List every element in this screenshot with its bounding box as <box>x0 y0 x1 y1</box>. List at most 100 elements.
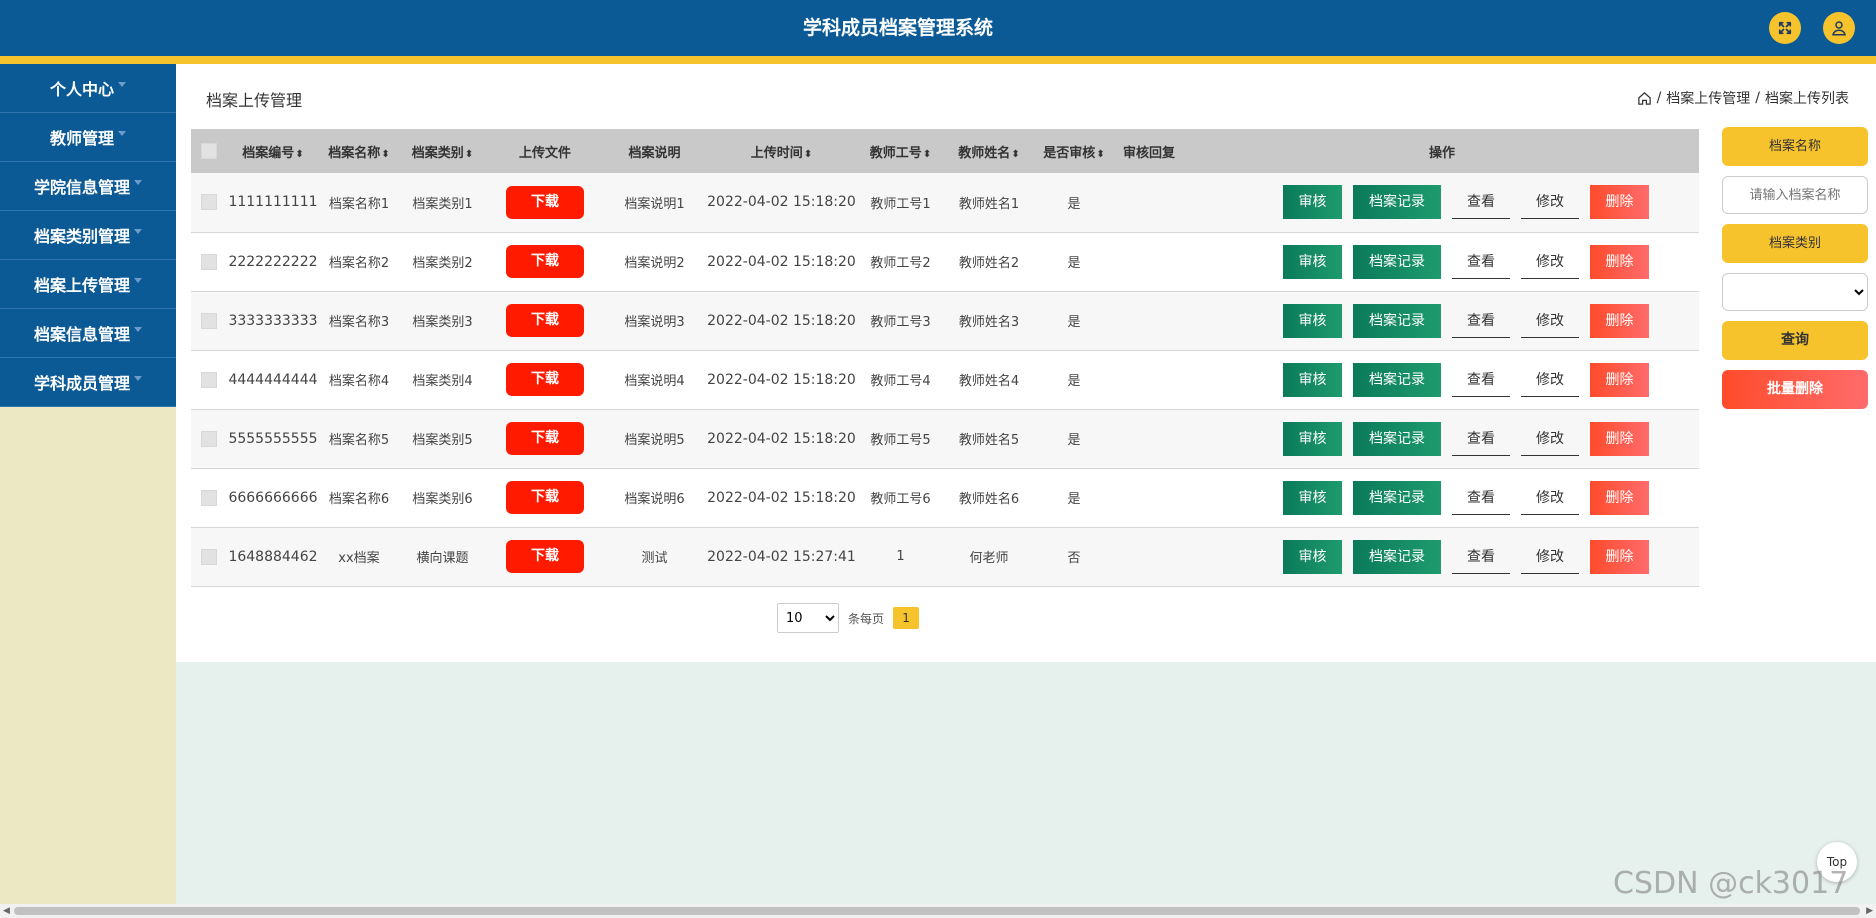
view-button[interactable]: 查看 <box>1452 245 1510 279</box>
row-checkbox[interactable] <box>201 371 217 388</box>
sidebar-item-archive-category[interactable]: 档案类别管理 <box>0 211 176 260</box>
cell-audit-reply <box>1113 173 1185 232</box>
delete-button[interactable]: 删除 <box>1590 421 1649 456</box>
cell-audited: 是 <box>1067 492 1081 507</box>
cell-upload-time: 2022-04-02 15:18:20 <box>707 489 856 506</box>
archive-record-button[interactable]: 档案记录 <box>1353 185 1441 220</box>
delete-button[interactable]: 删除 <box>1590 185 1649 220</box>
row-checkbox[interactable] <box>201 253 217 270</box>
download-button[interactable]: 下载 <box>506 304 584 337</box>
archive-category-select[interactable] <box>1722 273 1868 311</box>
column-header[interactable]: 档案名称⬍ <box>319 129 399 173</box>
scroll-left-icon[interactable]: ◀ <box>3 904 10 918</box>
query-button[interactable]: 查询 <box>1722 321 1868 360</box>
cell-teacher-name: 教师姓名3 <box>958 315 1020 330</box>
sidebar-item-college-info[interactable]: 学院信息管理 <box>0 162 176 211</box>
column-header[interactable]: 上传时间⬍ <box>705 129 858 173</box>
column-header[interactable]: 教师姓名⬍ <box>943 129 1035 173</box>
download-button[interactable]: 下载 <box>506 481 584 514</box>
edit-button[interactable]: 修改 <box>1521 540 1579 574</box>
user-button[interactable] <box>1823 12 1855 44</box>
download-button[interactable]: 下载 <box>506 363 584 396</box>
view-button[interactable]: 查看 <box>1452 481 1510 515</box>
audit-button[interactable]: 审核 <box>1283 539 1342 574</box>
edit-button[interactable]: 修改 <box>1521 363 1579 397</box>
archive-record-button[interactable]: 档案记录 <box>1353 539 1441 574</box>
cell-description: 档案说明4 <box>624 374 685 389</box>
column-header: 上传文件 <box>518 145 571 161</box>
table-row: 3333333333 档案名称3 档案类别3 下载 档案说明3 2022-04-02 15… <box>191 291 1699 350</box>
cell-upload-time: 2022-04-02 15:18:20 <box>707 430 856 447</box>
column-header[interactable]: 档案编号⬍ <box>227 129 319 173</box>
audit-button[interactable]: 审核 <box>1283 480 1342 515</box>
edit-button[interactable]: 修改 <box>1521 422 1579 456</box>
caret-down-icon <box>134 375 142 381</box>
fullscreen-button[interactable] <box>1769 12 1801 44</box>
archive-record-button[interactable]: 档案记录 <box>1353 244 1441 279</box>
scroll-right-icon[interactable]: ▶ <box>1866 904 1873 918</box>
column-header: 操作 <box>1428 145 1455 161</box>
edit-button[interactable]: 修改 <box>1521 481 1579 515</box>
row-checkbox[interactable] <box>201 489 217 506</box>
column-header: 档案说明 <box>628 145 681 161</box>
table-row: 1648884462 xx档案 横向课题 下载 测试 2022-04-02 15:27:4… <box>191 527 1699 586</box>
delete-button[interactable]: 删除 <box>1590 480 1649 515</box>
row-checkbox[interactable] <box>201 548 217 565</box>
delete-button[interactable]: 删除 <box>1590 303 1649 338</box>
column-header[interactable]: 教师工号⬍ <box>858 129 943 173</box>
edit-button[interactable]: 修改 <box>1521 304 1579 338</box>
archive-record-button[interactable]: 档案记录 <box>1353 362 1441 397</box>
sidebar-item-label: 学科成员管理 <box>33 374 130 393</box>
home-icon[interactable] <box>1637 91 1652 106</box>
download-button[interactable]: 下载 <box>506 185 584 219</box>
breadcrumb-item[interactable]: 档案上传管理 <box>1666 88 1750 108</box>
archive-record-button[interactable]: 档案记录 <box>1353 303 1441 338</box>
row-checkbox[interactable] <box>201 312 217 329</box>
audit-button[interactable]: 审核 <box>1283 362 1342 397</box>
cell-teacher-no: 教师工号5 <box>870 433 931 448</box>
cell-audit-reply <box>1113 350 1185 409</box>
archive-record-button[interactable]: 档案记录 <box>1353 480 1441 515</box>
sidebar-item-archive-info[interactable]: 档案信息管理 <box>0 309 176 358</box>
column-header[interactable]: 是否审核⬍ <box>1035 129 1113 173</box>
download-button[interactable]: 下载 <box>506 245 584 278</box>
delete-button[interactable]: 删除 <box>1590 539 1649 574</box>
view-button[interactable]: 查看 <box>1452 422 1510 456</box>
audit-button[interactable]: 审核 <box>1283 244 1342 279</box>
sidebar-item-teacher-management[interactable]: 教师管理 <box>0 113 176 162</box>
page-button-current[interactable]: 1 <box>893 607 920 629</box>
view-button[interactable]: 查看 <box>1452 540 1510 574</box>
scrollbar-thumb[interactable] <box>14 907 1860 915</box>
audit-button[interactable]: 审核 <box>1283 421 1342 456</box>
view-button[interactable]: 查看 <box>1452 185 1510 220</box>
edit-button[interactable]: 修改 <box>1521 245 1579 279</box>
audit-button[interactable]: 审核 <box>1283 185 1342 220</box>
view-button[interactable]: 查看 <box>1452 304 1510 338</box>
download-button[interactable]: 下载 <box>506 422 584 455</box>
cell-teacher-no: 教师工号1 <box>870 196 931 212</box>
sidebar-item-member-management[interactable]: 学科成员管理 <box>0 358 176 407</box>
row-checkbox[interactable] <box>201 194 217 211</box>
sidebar-item-label: 档案上传管理 <box>33 276 130 295</box>
archive-name-input[interactable] <box>1722 176 1868 214</box>
column-header[interactable]: 档案类别⬍ <box>399 129 486 173</box>
cell-teacher-name: 何老师 <box>969 551 1009 566</box>
audit-button[interactable]: 审核 <box>1283 303 1342 338</box>
horizontal-scrollbar[interactable]: ◀ ▶ <box>0 904 1876 918</box>
select-all-checkbox[interactable] <box>201 143 217 159</box>
cell-category: 档案类别2 <box>412 256 473 271</box>
row-checkbox[interactable] <box>201 430 217 447</box>
cell-audit-reply <box>1113 468 1185 527</box>
page-size-select[interactable]: 10 <box>777 603 839 633</box>
sort-icon: ⬍ <box>803 148 813 160</box>
edit-button[interactable]: 修改 <box>1521 185 1579 220</box>
sidebar-item-personal-center[interactable]: 个人中心 <box>0 64 176 113</box>
download-button[interactable]: 下载 <box>506 540 584 573</box>
cell-teacher-no: 教师工号4 <box>870 374 931 389</box>
view-button[interactable]: 查看 <box>1452 363 1510 397</box>
delete-button[interactable]: 删除 <box>1590 362 1649 397</box>
delete-button[interactable]: 删除 <box>1590 244 1649 279</box>
sidebar-item-archive-upload[interactable]: 档案上传管理 <box>0 260 176 309</box>
batch-delete-button[interactable]: 批量删除 <box>1722 370 1868 409</box>
archive-record-button[interactable]: 档案记录 <box>1353 421 1441 456</box>
